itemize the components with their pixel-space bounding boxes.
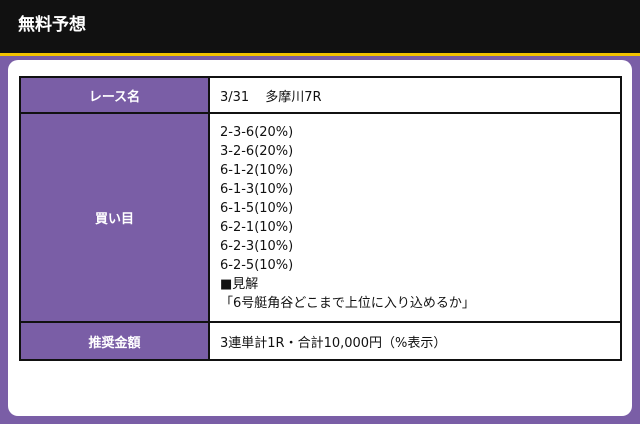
- recommended-amount-label: 推奨金額: [19, 321, 210, 361]
- race-date: 3/31: [220, 89, 250, 105]
- bet-item: 6-2-1(10%): [220, 219, 294, 235]
- bet-item: 2-3-6(20%): [220, 124, 294, 140]
- bet-item: 6-2-5(10%): [220, 257, 294, 273]
- race-name-cell: 3/31 多摩川7R: [208, 76, 622, 114]
- bets-label: 買い目: [19, 112, 210, 323]
- opinion-heading: ■見解: [220, 276, 259, 292]
- recommended-amount-value: 3連単計1R・合計10,000円（%表示）: [208, 321, 622, 361]
- table-row-race: レース名 3/31 多摩川7R: [19, 76, 622, 114]
- bet-item: 6-1-3(10%): [220, 181, 294, 197]
- bet-item: 6-1-5(10%): [220, 200, 294, 216]
- prediction-card: レース名 3/31 多摩川7R 買い目 2-3-6(20%) 3-2-6(20%)…: [8, 60, 632, 416]
- bet-item: 6-2-3(10%): [220, 238, 294, 254]
- bet-list: 2-3-6(20%) 3-2-6(20%) 6-1-2(10%) 6-1-3(1…: [220, 123, 620, 275]
- table-row-bets: 買い目 2-3-6(20%) 3-2-6(20%) 6-1-2(10%) 6-1…: [19, 112, 622, 323]
- bet-item: 3-2-6(20%): [220, 143, 294, 159]
- race-name: 多摩川7R: [265, 89, 322, 105]
- table-row-amount: 推奨金額 3連単計1R・合計10,000円（%表示）: [19, 321, 622, 361]
- page-header: 無料予想: [0, 0, 640, 56]
- opinion-text: 「6号艇角谷どこまで上位に入り込めるか」: [220, 295, 475, 311]
- bet-item: 6-1-2(10%): [220, 162, 294, 178]
- bets-cell: 2-3-6(20%) 3-2-6(20%) 6-1-2(10%) 6-1-3(1…: [208, 112, 622, 323]
- prediction-table: レース名 3/31 多摩川7R 買い目 2-3-6(20%) 3-2-6(20%)…: [19, 76, 622, 361]
- page-title: 無料予想: [18, 15, 86, 35]
- race-name-label: レース名: [19, 76, 210, 114]
